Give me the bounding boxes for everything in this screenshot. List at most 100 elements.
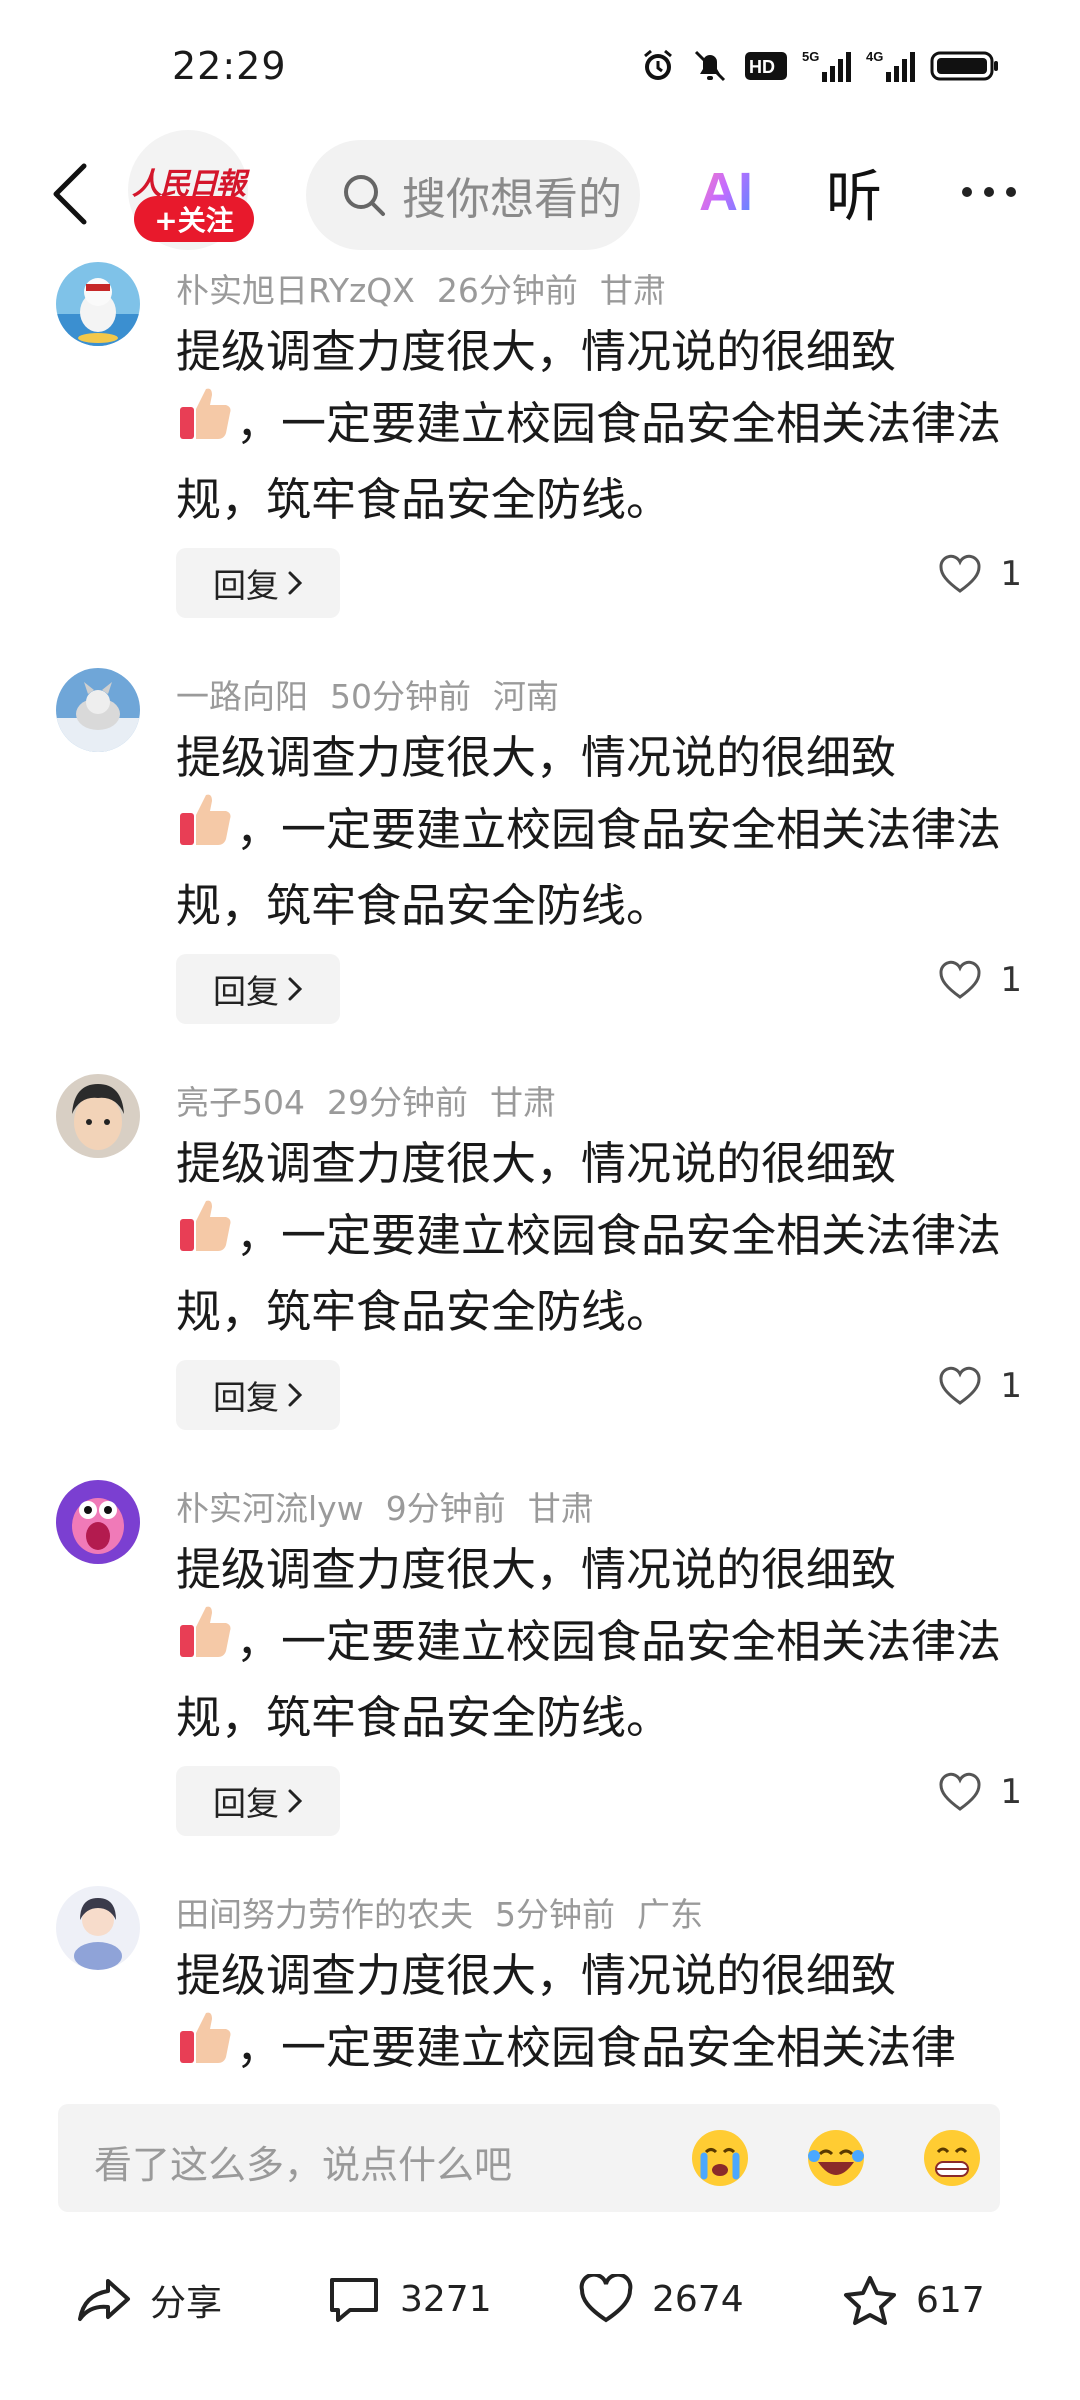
comment-meta: 朴实旭日RYzQX 26分钟前 甘肃 (176, 264, 688, 312)
bottom-action-bar: 分享 3271 2674 617 (0, 2250, 1080, 2360)
comment-text: 提级调查力度很大，情况说的很细致 ，一定要建立校园食品安全相关法律法规，筑牢食品… (176, 731, 1002, 932)
comment-username[interactable]: 田间努力劳作的农夫 (176, 1895, 473, 1934)
heart-icon (939, 1366, 981, 1405)
heart-icon (939, 554, 981, 593)
follow-button[interactable]: +关注 (134, 196, 254, 242)
avatar[interactable] (56, 262, 140, 346)
signal-5g-icon: 5G (802, 48, 852, 84)
back-button[interactable] (40, 154, 100, 234)
like-article-button[interactable]: 2674 (578, 2274, 744, 2324)
comment-input-placeholder: 看了这么多，说点什么吧 (94, 2143, 513, 2187)
reply-button[interactable]: 回复 (176, 548, 340, 618)
heart-icon (579, 2274, 633, 2323)
comment-text: 提级调查力度很大，情况说的很细致 ，一定要建立校园食品安全相关法律法规，筑牢食品… (176, 325, 1002, 526)
comment-meta: 朴实河流lyw 9分钟前 甘肃 (176, 1482, 616, 1530)
hd-icon: HD (744, 48, 788, 84)
comment-username[interactable]: 一路向阳 (176, 677, 308, 716)
thumbs-up-emoji (176, 2007, 236, 2088)
comments-button[interactable]: 3271 (326, 2274, 492, 2324)
publisher-logo[interactable]: 人民日報 +关注 (128, 130, 260, 262)
like-button[interactable]: 1 (938, 554, 1022, 594)
comment-location: 甘肃 (599, 271, 666, 310)
battery-icon (930, 48, 1000, 84)
comment-item: 一路向阳 50分钟前 河南 提级调查力度很大，情况说的很细致 ，一定要建立校园食品安… (0, 664, 1080, 1070)
search-icon (340, 171, 388, 219)
signal-4g-icon: 4G (866, 48, 916, 84)
comment-username[interactable]: 朴实河流lyw (176, 1489, 364, 1528)
share-button[interactable]: 分享 (76, 2274, 222, 2326)
svg-text:4G: 4G (866, 49, 883, 64)
chevron-right-icon (287, 1788, 303, 1814)
favorite-count: 617 (916, 2279, 985, 2321)
like-count: 1 (1000, 1772, 1022, 1812)
chevron-right-icon (287, 976, 303, 1002)
heart-icon (939, 960, 981, 999)
avatar[interactable] (56, 1074, 140, 1158)
like-button[interactable]: 1 (938, 1772, 1022, 1812)
chevron-right-icon (287, 570, 303, 596)
alarm-icon (640, 48, 676, 84)
comment-item: 田间努力劳作的农夫 5分钟前 广东 提级调查力度很大，情况说的很细致 ，一定要建立校… (0, 1882, 1080, 2098)
svg-text:HD: HD (749, 57, 775, 77)
laughing-crying-emoji-icon[interactable] (804, 2126, 868, 2190)
share-label: 分享 (150, 2283, 223, 2324)
chevron-right-icon (287, 1382, 303, 1408)
avatar[interactable] (56, 1886, 140, 1970)
status-time: 22:29 (172, 44, 287, 88)
search-input[interactable]: 搜你想看的 (306, 140, 640, 250)
comment-time: 5分钟前 (495, 1895, 615, 1934)
comment-text: 提级调查力度很大，情况说的很细致 ，一定要建立校园食品安全相关法律 (176, 1940, 1026, 2088)
thumbs-up-emoji (176, 789, 236, 870)
comment-item: 朴实河流lyw 9分钟前 甘肃 提级调查力度很大，情况说的很细致 ，一定要建立校园食… (0, 1476, 1080, 1882)
status-icons: HD 5G 4G (640, 48, 1000, 84)
share-icon (78, 2279, 130, 2321)
heart-icon (939, 1772, 981, 1811)
comment-meta: 一路向阳 50分钟前 河南 (176, 670, 581, 718)
comment-meta: 田间努力劳作的农夫 5分钟前 广东 (176, 1888, 725, 1936)
reply-button[interactable]: 回复 (176, 1360, 340, 1430)
like-count: 1 (1000, 960, 1022, 1000)
mute-bell-icon (690, 48, 730, 84)
like-count: 1 (1000, 1366, 1022, 1406)
chevron-left-icon (53, 163, 87, 225)
more-icon[interactable] (944, 152, 1034, 232)
crying-emoji-icon[interactable] (688, 2126, 752, 2190)
avatar[interactable] (56, 668, 140, 752)
ai-button[interactable]: AI (686, 152, 766, 232)
comment-time: 29分钟前 (327, 1083, 468, 1122)
svg-text:5G: 5G (802, 49, 819, 64)
like-count: 2674 (652, 2278, 744, 2320)
comment-list: 朴实旭日RYzQX 26分钟前 甘肃 提级调查力度很大，情况说的很细致 ，一定要建立… (0, 258, 1080, 2098)
comment-time: 9分钟前 (385, 1489, 506, 1528)
search-placeholder: 搜你想看的 (402, 174, 622, 225)
like-button[interactable]: 1 (938, 1366, 1022, 1406)
comment-item: 亮子504 29分钟前 甘肃 提级调查力度很大，情况说的很细致 ，一定要建立校园食品… (0, 1070, 1080, 1476)
comment-icon (330, 2278, 378, 2322)
comment-input[interactable]: 看了这么多，说点什么吧 (58, 2104, 1000, 2212)
avatar[interactable] (56, 1480, 140, 1564)
grinning-emoji-icon[interactable] (920, 2126, 984, 2190)
comment-time: 26分钟前 (436, 271, 578, 310)
comment-text: 提级调查力度很大，情况说的很细致 ，一定要建立校园食品安全相关法律法规，筑牢食品… (176, 1137, 1002, 1338)
listen-button[interactable]: 听 (814, 152, 894, 232)
like-button[interactable]: 1 (938, 960, 1022, 1000)
comment-time: 50分钟前 (330, 677, 471, 716)
reply-button[interactable]: 回复 (176, 1766, 340, 1836)
comment-location: 甘肃 (490, 1083, 556, 1122)
comment-location: 广东 (637, 1895, 703, 1934)
thumbs-up-emoji (176, 383, 236, 464)
star-icon (844, 2276, 896, 2325)
comment-location: 河南 (493, 677, 559, 716)
thumbs-up-emoji (176, 1601, 236, 1682)
reply-button[interactable]: 回复 (176, 954, 340, 1024)
comment-text: 提级调查力度很大，情况说的很细致 ，一定要建立校园食品安全相关法律法规，筑牢食品… (176, 1543, 1002, 1744)
comment-location: 甘肃 (527, 1489, 594, 1528)
top-nav-bar: 人民日報 +关注 搜你想看的 AI 听 (0, 130, 1080, 260)
comment-count: 3271 (400, 2278, 492, 2320)
comment-username[interactable]: 朴实旭日RYzQX (176, 271, 415, 310)
comment-meta: 亮子504 29分钟前 甘肃 (176, 1076, 578, 1124)
favorite-button[interactable]: 617 (842, 2274, 985, 2326)
comment-username[interactable]: 亮子504 (176, 1083, 305, 1122)
status-bar: 22:29 HD 5G 4G (0, 0, 1080, 130)
thumbs-up-emoji (176, 1195, 236, 1276)
